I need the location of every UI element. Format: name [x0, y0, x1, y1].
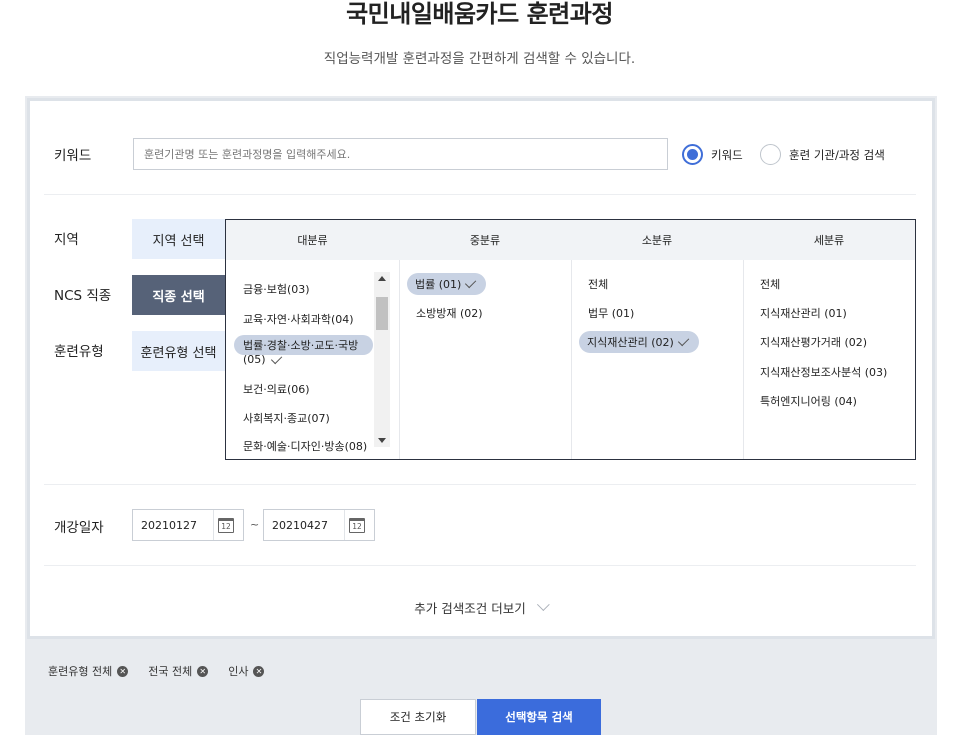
- header-middle: 중분류: [469, 234, 501, 247]
- divider: [44, 484, 916, 485]
- check-icon: [465, 276, 477, 289]
- radio-institution-dot[interactable]: [760, 144, 781, 165]
- region-label: 지역: [54, 232, 79, 248]
- scroll-up-arrow-icon[interactable]: [378, 276, 386, 281]
- major-list: 금융·보험(03) 교육·자연·사회과학(04) 법률·경찰·소방·교도·국방 …: [226, 260, 399, 459]
- middle-item-selected[interactable]: 법률 (01): [407, 273, 487, 295]
- middle-item-label: 법률 (01): [415, 278, 462, 291]
- date-field-divider: [213, 510, 214, 540]
- search-button[interactable]: 선택항목 검색: [477, 699, 601, 735]
- category-header-row: 대분류 중분류 소분류 세분류: [226, 220, 915, 260]
- detail-item[interactable]: 지식재산정보조사분석 (03): [760, 364, 887, 380]
- more-options-label: 추가 검색조건 더보기: [414, 601, 526, 616]
- chip-label: 전국 전체: [148, 665, 193, 678]
- header-detail: 세분류: [813, 234, 845, 247]
- training-type-select-button[interactable]: 훈련유형 선택: [132, 331, 225, 371]
- close-icon[interactable]: ✕: [253, 665, 265, 677]
- ncs-label: NCS 직종: [54, 288, 112, 304]
- major-item-label-line2: (05): [243, 352, 283, 366]
- detail-item[interactable]: 지식재산관리 (01): [760, 305, 847, 321]
- category-body: 금융·보험(03) 교육·자연·사회과학(04) 법률·경찰·소방·교도·국방 …: [226, 260, 915, 459]
- page-title: 국민내일배움카드 훈련과정: [346, 0, 613, 28]
- major-item[interactable]: 금융·보험(03): [243, 281, 310, 297]
- detail-item[interactable]: 전체: [760, 276, 780, 292]
- more-options-toggle[interactable]: 추가 검색조건 더보기: [0, 598, 959, 617]
- start-date-value: 20210127: [141, 519, 197, 532]
- major-item[interactable]: 문화·예술·디자인·방송(08): [243, 438, 367, 454]
- detail-item[interactable]: 지식재산평가거래 (02): [760, 334, 867, 350]
- divider: [44, 194, 916, 195]
- category-panel: 대분류 중분류 소분류 세분류 금융·보험(03) 교육·자연·사회과학(04)…: [225, 219, 916, 460]
- ncs-select-button[interactable]: 직종 선택: [132, 275, 225, 315]
- start-date-label: 개강일자: [54, 520, 104, 536]
- major-item[interactable]: 사회복지·종교(07): [243, 410, 330, 426]
- keyword-input[interactable]: [133, 138, 668, 170]
- chip-label: 인사: [228, 665, 249, 678]
- major-scrollbar[interactable]: [374, 272, 390, 447]
- minor-item[interactable]: 전체: [588, 276, 608, 292]
- radio-institution[interactable]: 훈련 기관/과정 검색: [760, 144, 885, 165]
- check-icon: [270, 352, 282, 364]
- middle-list: 법률 (01) 소방방재 (02): [400, 260, 571, 459]
- radio-keyword[interactable]: 키워드: [682, 144, 743, 165]
- major-item-label: 법률·경찰·소방·교도·국방: [243, 339, 359, 352]
- date-field-divider: [344, 510, 345, 540]
- close-icon[interactable]: ✕: [117, 665, 129, 677]
- selected-chips: 훈련유형 전체 ✕ 전국 전체 ✕ 인사 ✕: [48, 663, 265, 679]
- check-icon: [677, 334, 690, 347]
- chip: 인사 ✕: [228, 663, 265, 679]
- middle-item[interactable]: 소방방재 (02): [416, 305, 483, 321]
- calendar-icon[interactable]: 12: [218, 518, 234, 533]
- major-item-selected[interactable]: 법률·경찰·소방·교도·국방 (05): [234, 335, 373, 375]
- major-item-code: (05): [243, 353, 266, 366]
- radio-institution-label: 훈련 기관/과정 검색: [789, 147, 885, 162]
- chip: 훈련유형 전체 ✕: [48, 663, 129, 679]
- radio-keyword-dot[interactable]: [682, 144, 703, 165]
- detail-item[interactable]: 특허엔지니어링 (04): [760, 393, 857, 409]
- divider: [44, 565, 916, 566]
- major-item[interactable]: 교육·자연·사회과학(04): [243, 311, 354, 327]
- radio-keyword-label: 키워드: [711, 147, 743, 162]
- date-range-separator: ~: [250, 518, 260, 531]
- close-icon[interactable]: ✕: [197, 665, 209, 677]
- minor-item[interactable]: 법무 (01): [588, 305, 634, 321]
- detail-list: 전체 지식재산관리 (01) 지식재산평가거래 (02) 지식재산정보조사분석 …: [744, 260, 915, 459]
- minor-list: 전체 법무 (01) 지식재산관리 (02): [572, 260, 743, 459]
- calendar-icon[interactable]: 12: [349, 518, 365, 533]
- scroll-thumb[interactable]: [376, 297, 388, 330]
- chip: 전국 전체 ✕: [148, 663, 209, 679]
- major-item[interactable]: 보건·의료(06): [243, 381, 310, 397]
- minor-item-label: 지식재산관리 (02): [587, 336, 674, 349]
- scroll-down-arrow-icon[interactable]: [378, 438, 386, 443]
- region-select-button[interactable]: 지역 선택: [132, 219, 225, 259]
- start-date-field[interactable]: 20210127 12: [132, 509, 244, 541]
- reset-button[interactable]: 조건 초기화: [360, 699, 476, 735]
- keyword-label: 키워드: [54, 148, 92, 164]
- page-subtitle: 직업능력개발 훈련과정을 간편하게 검색할 수 있습니다.: [323, 51, 636, 67]
- end-date-field[interactable]: 20210427 12: [263, 509, 375, 541]
- header-minor: 소분류: [641, 234, 673, 247]
- chevron-down-icon: [536, 598, 550, 612]
- training-type-label: 훈련유형: [54, 344, 104, 360]
- end-date-value: 20210427: [272, 519, 328, 532]
- header-major: 대분류: [297, 234, 328, 247]
- chip-label: 훈련유형 전체: [48, 665, 113, 678]
- minor-item-selected[interactable]: 지식재산관리 (02): [579, 331, 699, 353]
